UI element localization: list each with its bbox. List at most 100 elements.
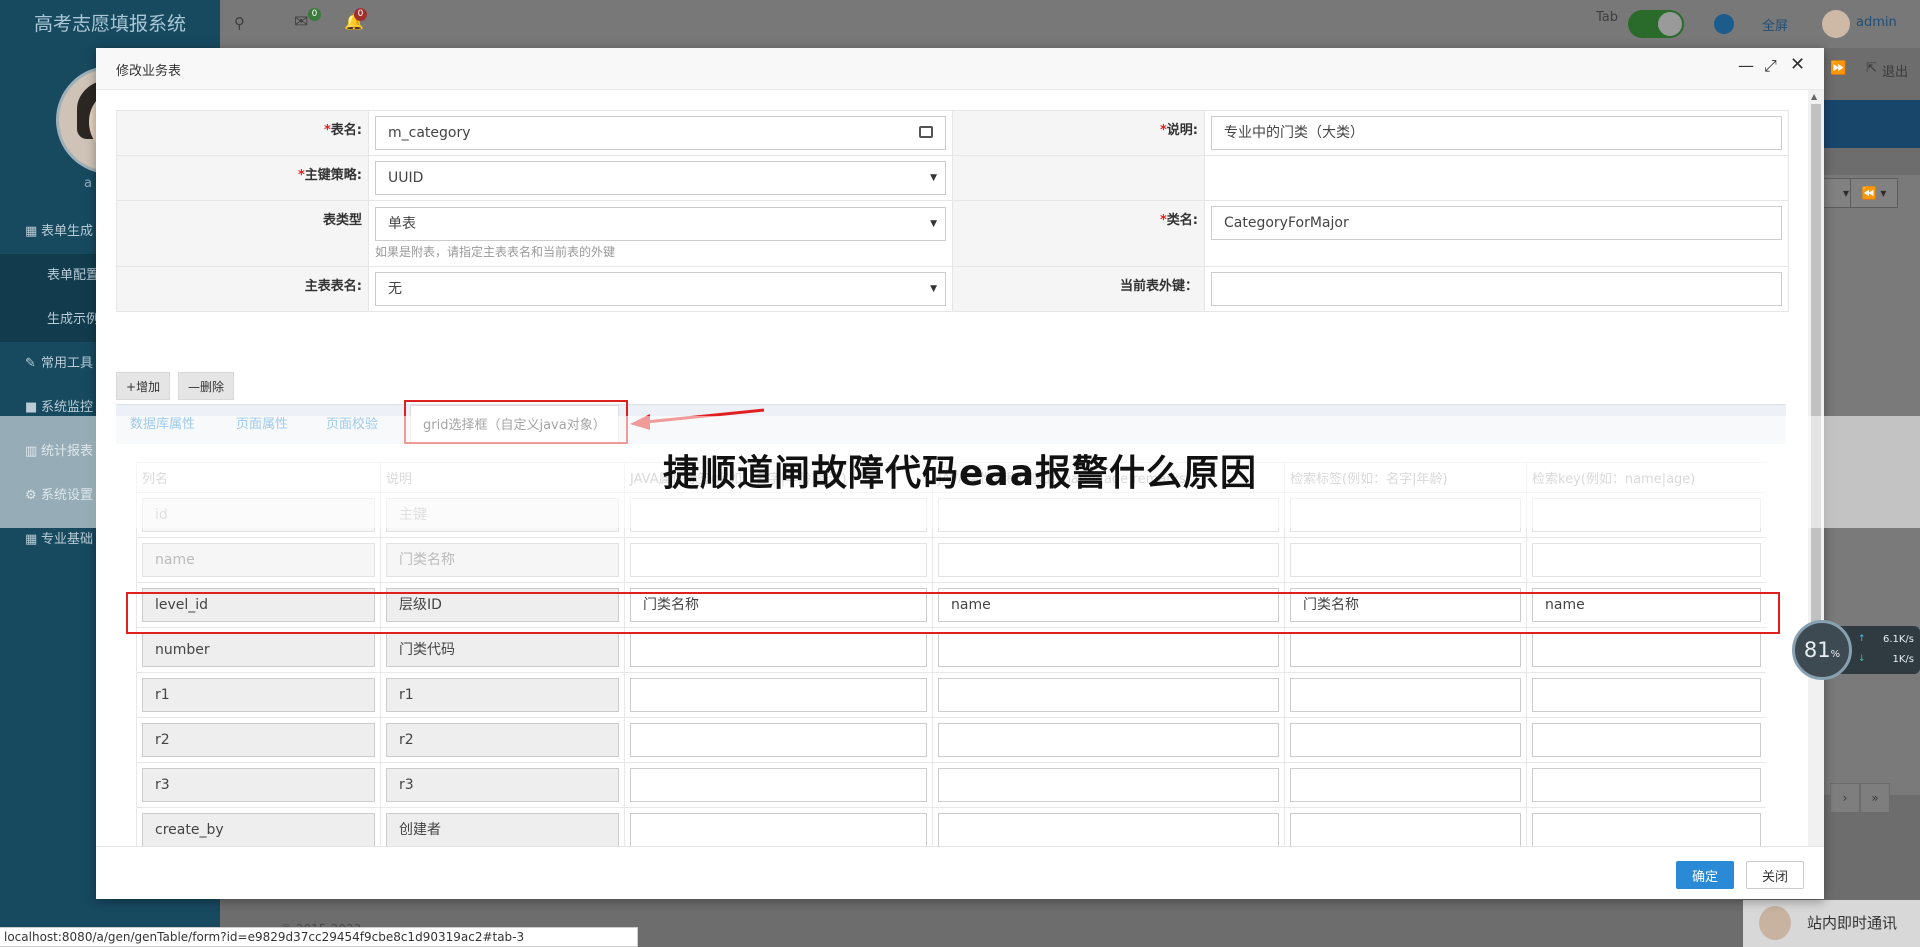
add-button[interactable]: +增加 xyxy=(116,372,171,400)
class-name-input[interactable]: CategoryForMajor xyxy=(1211,206,1782,240)
grid-input-cell[interactable] xyxy=(938,768,1279,802)
modal-title: 修改业务表 xyxy=(116,64,182,79)
bell-count-badge: 0 xyxy=(354,8,367,21)
grid-input-cell[interactable] xyxy=(1290,678,1521,712)
delete-button[interactable]: —删除 xyxy=(178,372,235,400)
grid-input-cell[interactable] xyxy=(1290,768,1521,802)
close-button[interactable]: 关闭 xyxy=(1746,861,1804,889)
plus-icon: + xyxy=(126,380,137,394)
grid-input-cell[interactable] xyxy=(1290,543,1521,577)
maximize-icon[interactable]: ⤢ xyxy=(1764,56,1777,76)
grid-readonly-cell: r3 xyxy=(386,768,619,802)
grid-input-cell[interactable] xyxy=(1532,813,1761,847)
logout-icon[interactable]: ⇱ xyxy=(1866,61,1877,76)
sidebar-item-label: 系统监控 xyxy=(41,400,94,415)
grid-readonly-cell: 门类代码 xyxy=(386,633,619,667)
fullscreen-link[interactable]: 全屏 xyxy=(1762,15,1788,34)
network-speed-widget[interactable]: ↑ 6.1K/s ↓ 1K/s 81% xyxy=(1792,620,1920,684)
scroll-thumb[interactable] xyxy=(1811,104,1821,656)
pk-label: *主键策略: xyxy=(116,155,369,201)
pk-select[interactable]: UUID ▼ xyxy=(375,161,946,195)
grid-input-cell[interactable] xyxy=(1532,543,1761,577)
sidebar-item-label: 生成示例 xyxy=(47,312,100,327)
table-type-hint: 如果是附表，请指定主表表名和当前表的外键 xyxy=(375,245,616,259)
form-table: *表名: m_category *说明: 专业中的门类（大类） *主键策略: U… xyxy=(116,110,1789,312)
im-label: 站内即时通讯 xyxy=(1807,914,1898,932)
app-content-header xyxy=(1822,100,1920,148)
grid-row: name 门类名称 xyxy=(136,537,1766,583)
export-button[interactable]: ⏪ ▾ xyxy=(1850,178,1898,208)
grid-input-cell[interactable] xyxy=(630,813,927,847)
grid-readonly-cell: r2 xyxy=(386,723,619,757)
mail-count-badge: 0 xyxy=(308,8,321,21)
grid-input-cell[interactable] xyxy=(1532,723,1761,757)
grid-row: r1 r1 xyxy=(136,672,1766,718)
chevron-down-icon: ▼ xyxy=(930,173,937,183)
confirm-button[interactable]: 确定 xyxy=(1676,861,1734,889)
scroll-up-icon[interactable]: ▲ xyxy=(1811,92,1817,101)
desc-label: *说明: xyxy=(952,110,1205,156)
grid-input-cell[interactable] xyxy=(938,723,1279,757)
sidebar-item-icon: ✎ xyxy=(25,356,36,371)
grid-row: r2 r2 xyxy=(136,717,1766,763)
grid-input-cell[interactable] xyxy=(630,633,927,667)
grid-input-cell[interactable] xyxy=(630,678,927,712)
grid-input-cell[interactable] xyxy=(938,678,1279,712)
sidebar-item-label: 专业基础 xyxy=(41,532,94,547)
grid-input-cell[interactable] xyxy=(1290,723,1521,757)
search-icon[interactable]: ⚲ xyxy=(234,14,245,32)
grid-readonly-cell: create_by xyxy=(142,813,375,847)
download-arrow-icon: ↓ xyxy=(1858,654,1866,664)
logout-link[interactable]: 退出 xyxy=(1882,61,1908,80)
table-type-select[interactable]: 单表 ▼ xyxy=(375,207,946,241)
grid-input-cell[interactable] xyxy=(630,543,927,577)
speed-panel: ↑ 6.1K/s ↓ 1K/s xyxy=(1840,626,1920,674)
minus-icon: — xyxy=(188,380,200,394)
sidebar-username: a xyxy=(84,176,92,191)
chevron-down-icon: ▼ xyxy=(930,284,937,294)
table-name-label: *表名: xyxy=(116,110,369,156)
sidebar-item-label: 常用工具 xyxy=(41,356,94,371)
grid-input-cell[interactable] xyxy=(1290,633,1521,667)
pager-next-button[interactable]: › xyxy=(1830,783,1860,813)
fk-input[interactable] xyxy=(1211,272,1782,306)
table-name-input[interactable]: m_category xyxy=(375,116,946,150)
grid-readonly-cell: r3 xyxy=(142,768,375,802)
grid-input-cell[interactable] xyxy=(1532,633,1761,667)
mail-icon[interactable]: ✉ xyxy=(294,12,308,32)
download-speed: 1K/s xyxy=(1892,654,1915,665)
parent-table-select[interactable]: 无 ▼ xyxy=(375,272,946,306)
status-bar-url: localhost:8080/a/gen/genTable/form?id=e9… xyxy=(0,927,638,947)
grid-readonly-cell: r2 xyxy=(142,723,375,757)
header-avatar[interactable] xyxy=(1822,10,1850,38)
grid-input-cell[interactable] xyxy=(938,813,1279,847)
grid-readonly-cell: number xyxy=(142,633,375,667)
app-header: ⚲ ✉ 0 🔔 0 Tab 全屏 admin xyxy=(220,0,1920,48)
admin-link[interactable]: admin xyxy=(1856,15,1897,30)
grid-readonly-cell: 创建者 xyxy=(386,813,619,847)
grid-input-cell[interactable] xyxy=(938,543,1279,577)
im-bar[interactable]: 站内即时通讯 xyxy=(1743,900,1920,947)
grid-row: r3 r3 xyxy=(136,762,1766,808)
grid-input-cell[interactable] xyxy=(1532,678,1761,712)
close-icon[interactable]: ✕ xyxy=(1790,54,1805,75)
grid-input-cell[interactable] xyxy=(938,633,1279,667)
minimize-icon[interactable]: — xyxy=(1738,56,1754,75)
tab-toggle-label: Tab xyxy=(1596,10,1619,25)
forward-icon[interactable]: ⏩ xyxy=(1830,61,1846,76)
pager-last-button[interactable]: » xyxy=(1860,783,1890,813)
grid-readonly-cell: r1 xyxy=(386,678,619,712)
sidebar-item-label: 表单生成 xyxy=(41,224,94,239)
desc-input[interactable]: 专业中的门类（大类） xyxy=(1211,116,1782,150)
grid-input-cell[interactable] xyxy=(1290,813,1521,847)
app-tabsbar: ⏩ ⇱ 退出 xyxy=(1822,56,1920,86)
im-avatar xyxy=(1759,906,1791,940)
grid-row: number 门类代码 xyxy=(136,627,1766,673)
theme-dot-icon[interactable] xyxy=(1714,14,1734,34)
grid-input-cell[interactable] xyxy=(630,768,927,802)
grid-input-cell[interactable] xyxy=(630,723,927,757)
grid-input-cell[interactable] xyxy=(1532,768,1761,802)
app-brand: 高考志愿填报系统 xyxy=(33,13,186,35)
modal-footer: 确定 关闭 xyxy=(96,846,1824,899)
tab-toggle[interactable] xyxy=(1628,10,1684,38)
